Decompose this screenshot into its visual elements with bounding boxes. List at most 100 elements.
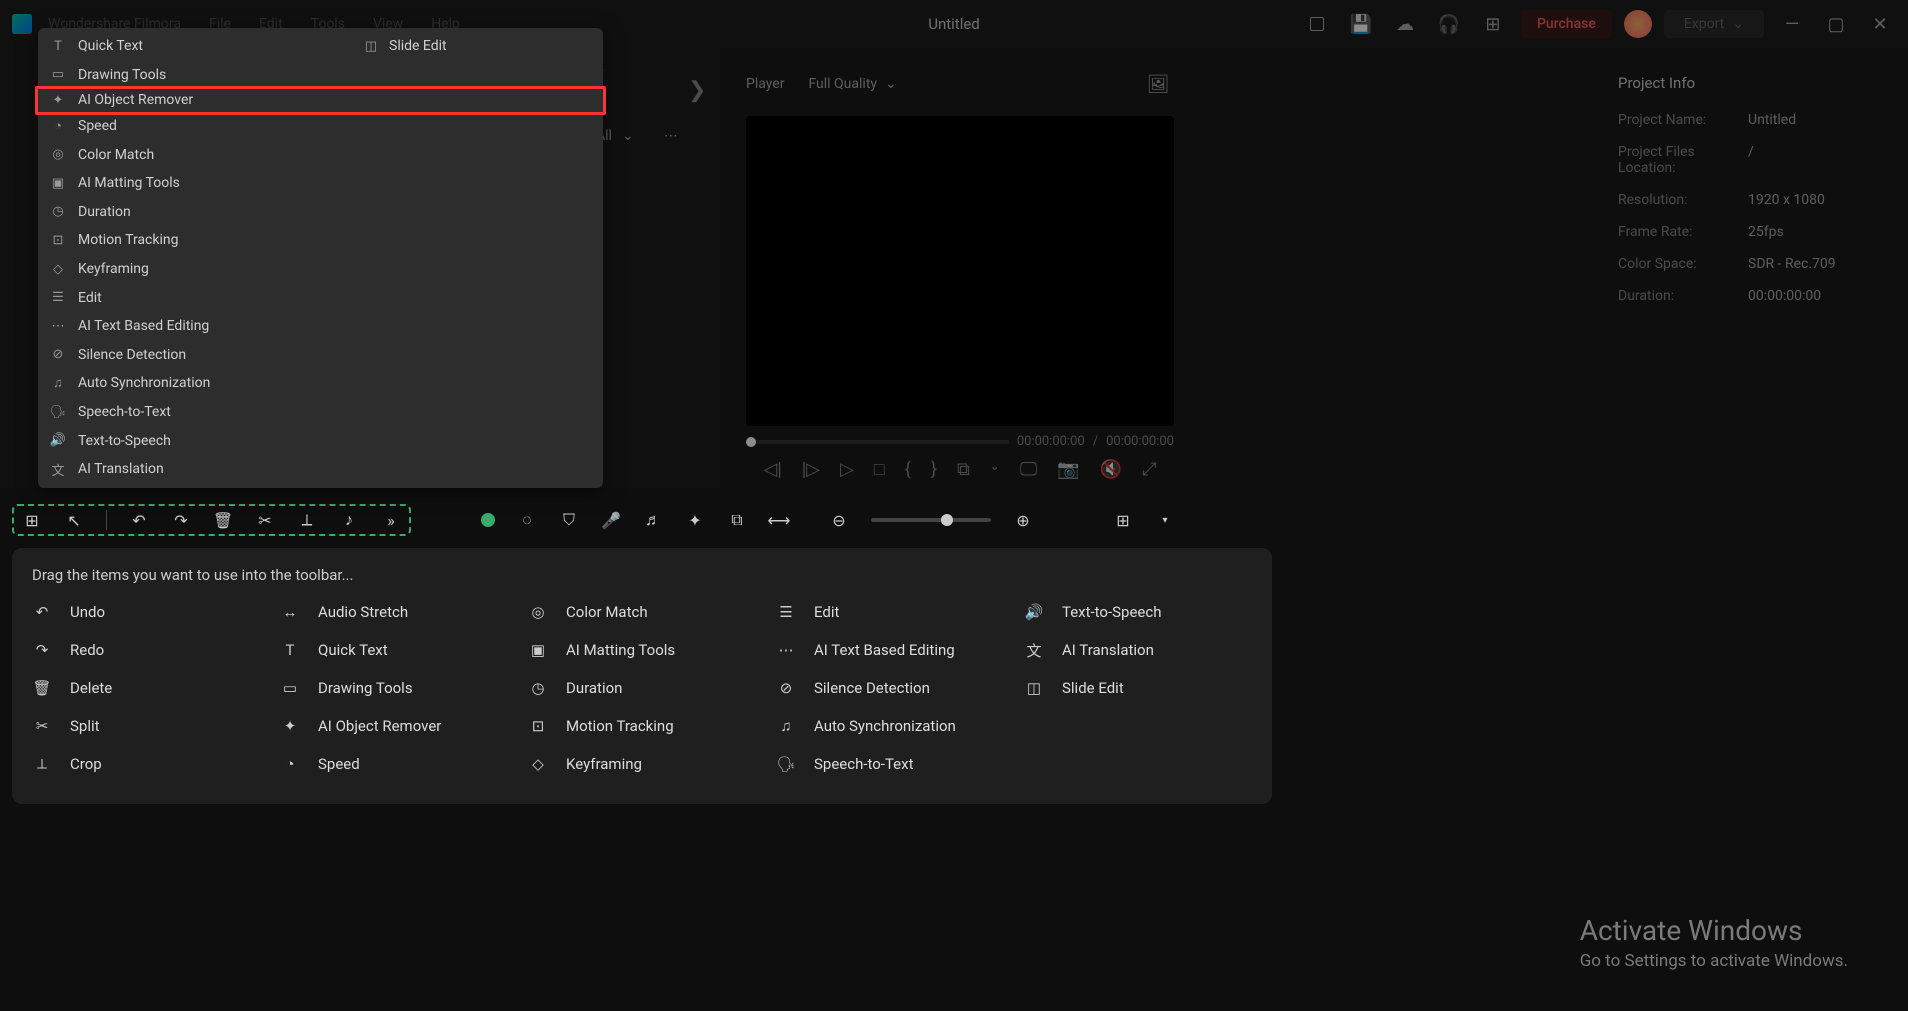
tool-color-match[interactable]: ◎Color Match bbox=[528, 602, 756, 622]
ctx-item-speech-to-text[interactable]: 🗣Speech-to-Text bbox=[38, 398, 603, 427]
tool-speed[interactable]: ◔Speed bbox=[280, 754, 508, 774]
cursor-icon[interactable]: ↖ bbox=[64, 510, 84, 530]
ctx-item-motion-tracking[interactable]: ⊡Motion Tracking bbox=[38, 226, 603, 255]
maximize-icon[interactable]: ▢ bbox=[1820, 8, 1852, 40]
tool-split[interactable]: ✂Split bbox=[32, 716, 260, 736]
headset-icon[interactable]: 🎧 bbox=[1433, 8, 1465, 40]
save-icon[interactable]: 💾 bbox=[1345, 8, 1377, 40]
chevron-down-icon[interactable]: ▾ bbox=[1155, 510, 1175, 530]
mark-out-icon[interactable]: } bbox=[931, 459, 937, 480]
minimize-icon[interactable]: — bbox=[1776, 8, 1808, 40]
cut-icon[interactable]: ✂ bbox=[255, 510, 275, 530]
chevron-down-icon: ⌄ bbox=[990, 459, 1000, 480]
ctx-item-keyframing[interactable]: ◇Keyframing bbox=[38, 255, 603, 284]
grid-icon[interactable]: ⊞ bbox=[1113, 510, 1133, 530]
snapshot-icon[interactable]: 📷 bbox=[1057, 459, 1079, 480]
fullscreen-icon[interactable]: ⤢ bbox=[1142, 459, 1156, 480]
overlap-icon[interactable]: ⧉ bbox=[727, 510, 747, 530]
stop-icon[interactable]: □ bbox=[874, 459, 885, 480]
avatar[interactable] bbox=[1624, 10, 1652, 38]
tool-label: Audio Stretch bbox=[318, 603, 408, 621]
zoom-in-icon[interactable]: ⊕ bbox=[1013, 510, 1033, 530]
purchase-button[interactable]: Purchase bbox=[1521, 10, 1612, 38]
tool-motion-tracking[interactable]: ⊡Motion Tracking bbox=[528, 716, 756, 736]
ctx-item-slide-edit[interactable]: ◫ Slide Edit bbox=[363, 38, 447, 54]
ctx-item-duration[interactable]: ◷Duration bbox=[38, 198, 603, 227]
zoom-knob[interactable] bbox=[941, 514, 953, 526]
scrub-knob[interactable] bbox=[746, 437, 756, 447]
ctx-item-color-match[interactable]: ◎Color Match bbox=[38, 140, 603, 169]
ai-remove-icon: ✦ bbox=[50, 92, 66, 108]
tool-ai-matting[interactable]: ▣AI Matting Tools bbox=[528, 640, 756, 660]
player-label: Player bbox=[746, 76, 784, 92]
scrub-bar[interactable] bbox=[746, 440, 1009, 444]
more-icon[interactable]: » bbox=[381, 510, 401, 530]
ctx-item-ai-matting[interactable]: ▣AI Matting Tools bbox=[38, 169, 603, 198]
mic-icon[interactable]: 🎤 bbox=[601, 510, 621, 530]
apps-icon[interactable]: ⊞ bbox=[1477, 8, 1509, 40]
tool-quick-text[interactable]: TQuick Text bbox=[280, 640, 508, 660]
music-icon[interactable]: ♬ bbox=[643, 510, 663, 530]
display-icon[interactable]: 🖵 bbox=[1020, 459, 1037, 480]
cloud-icon[interactable]: ☁ bbox=[1389, 8, 1421, 40]
prev-frame-icon[interactable]: ◁| bbox=[764, 459, 782, 480]
more-icon[interactable]: ⋯ bbox=[664, 128, 678, 144]
tool-auto-sync[interactable]: ♫Auto Synchronization bbox=[776, 716, 1004, 736]
tool-speech-to-text[interactable]: 🗣Speech-to-Text bbox=[776, 754, 1004, 774]
tool-ai-translation[interactable]: 文AI Translation bbox=[1024, 640, 1252, 660]
shield-icon[interactable]: ⛉ bbox=[559, 510, 579, 530]
tool-edit[interactable]: ☰Edit bbox=[776, 602, 1004, 622]
ctx-item-speed[interactable]: ◔Speed bbox=[38, 112, 603, 141]
tool-silence-detection[interactable]: ⊘Silence Detection bbox=[776, 678, 1004, 698]
ctx-item-silence-detection[interactable]: ⊘Silence Detection bbox=[38, 341, 603, 370]
undo-icon[interactable]: ↶ bbox=[129, 510, 149, 530]
layout-icon[interactable] bbox=[1301, 8, 1333, 40]
tool-slide-edit[interactable]: ◫Slide Edit bbox=[1024, 678, 1252, 698]
export-button[interactable]: Export⌄ bbox=[1664, 10, 1764, 38]
zoom-slider[interactable] bbox=[871, 518, 991, 522]
tool-crop[interactable]: ⟂Crop bbox=[32, 754, 260, 774]
render-status-icon[interactable] bbox=[481, 513, 495, 527]
tool-text-to-speech[interactable]: 🔊Text-to-Speech bbox=[1024, 602, 1252, 622]
marker-icon[interactable]: ◌ bbox=[517, 510, 537, 530]
mark-in-icon[interactable]: { bbox=[905, 459, 911, 480]
audio-icon[interactable]: ♪ bbox=[339, 510, 359, 530]
tool-ai-text-editing[interactable]: ⋯AI Text Based Editing bbox=[776, 640, 1004, 660]
next-frame-icon[interactable]: |▷ bbox=[802, 459, 820, 480]
ctx-item-text-to-speech[interactable]: 🔊Text-to-Speech bbox=[38, 426, 603, 455]
ratio-icon[interactable]: ⧉ bbox=[957, 459, 970, 480]
expand-icon[interactable]: ⟷ bbox=[769, 510, 789, 530]
customize-toolbar-area: ⊞ ↖ ↶ ↷ 🗑 ✂ ⟂ ♪ » bbox=[12, 504, 411, 536]
image-icon[interactable]: 🖼 bbox=[1142, 68, 1174, 100]
sparkle-icon[interactable]: ✦ bbox=[685, 510, 705, 530]
ctx-item-ai-object-remover[interactable]: ✦AI Object Remover bbox=[35, 86, 606, 115]
redo-icon[interactable]: ↷ bbox=[171, 510, 191, 530]
ctx-item-quick-text[interactable]: TQuick Text bbox=[38, 32, 603, 61]
ctx-item-ai-text-editing[interactable]: ⋯AI Text Based Editing bbox=[38, 312, 603, 341]
ctx-item-drawing-tools[interactable]: ▭Drawing Tools bbox=[38, 61, 603, 90]
ctx-item-edit[interactable]: ☰Edit bbox=[38, 283, 603, 312]
tool-audio-stretch[interactable]: ↔Audio Stretch bbox=[280, 602, 508, 622]
quality-dropdown[interactable]: Full Quality ⌄ bbox=[808, 76, 896, 92]
close-icon[interactable]: ✕ bbox=[1864, 8, 1896, 40]
ctx-label: Auto Synchronization bbox=[78, 375, 210, 391]
tool-drawing-tools[interactable]: ▭Drawing Tools bbox=[280, 678, 508, 698]
tool-ai-object-remover[interactable]: ✦AI Object Remover bbox=[280, 716, 508, 736]
info-label: Project Name: bbox=[1618, 112, 1748, 128]
tool-redo[interactable]: ↷Redo bbox=[32, 640, 260, 660]
ctx-item-ai-translation[interactable]: 文AI Translation bbox=[38, 455, 603, 484]
tool-undo[interactable]: ↶Undo bbox=[32, 602, 260, 622]
play-icon[interactable]: ▷ bbox=[840, 459, 854, 480]
tool-delete[interactable]: 🗑Delete bbox=[32, 678, 260, 698]
tool-keyframing[interactable]: ◇Keyframing bbox=[528, 754, 756, 774]
speed-icon: ◔ bbox=[280, 754, 300, 774]
apps-icon[interactable]: ⊞ bbox=[22, 510, 42, 530]
all-dropdown[interactable]: All ⌄ ⋯ bbox=[596, 128, 678, 144]
crop-icon[interactable]: ⟂ bbox=[297, 510, 317, 530]
tool-duration[interactable]: ◷Duration bbox=[528, 678, 756, 698]
ctx-item-auto-sync[interactable]: ♫Auto Synchronization bbox=[38, 369, 603, 398]
delete-icon[interactable]: 🗑 bbox=[213, 510, 233, 530]
volume-icon[interactable]: 🔇 bbox=[1100, 459, 1122, 480]
next-arrow-icon[interactable]: ❯ bbox=[688, 78, 706, 103]
zoom-out-icon[interactable]: ⊖ bbox=[829, 510, 849, 530]
